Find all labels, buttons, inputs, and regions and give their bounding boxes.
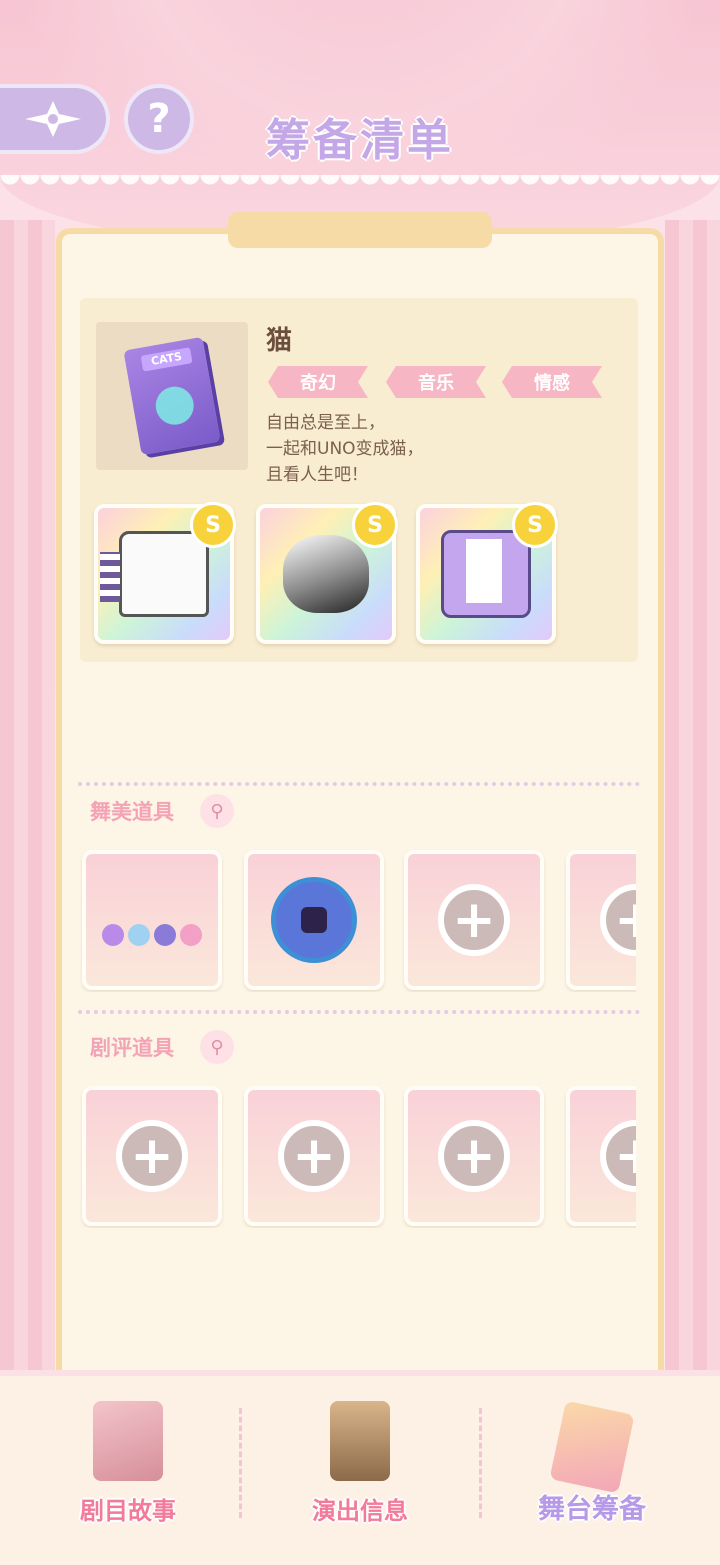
review-slot-empty[interactable]: + xyxy=(244,1086,384,1226)
story-name: 猫 xyxy=(266,326,293,356)
jacket-icon xyxy=(441,530,531,618)
review-slot-empty[interactable]: + xyxy=(82,1086,222,1226)
add-icon: + xyxy=(600,884,636,956)
nav-story[interactable]: 剧目故事 xyxy=(8,1380,248,1540)
section-divider xyxy=(78,1010,640,1014)
nav-info[interactable]: 演出信息 xyxy=(240,1380,480,1540)
stage-props-row[interactable]: + + xyxy=(80,848,636,992)
right-curtain xyxy=(665,220,720,1420)
review-slot-empty[interactable]: + xyxy=(404,1086,544,1226)
add-icon: + xyxy=(278,1120,350,1192)
nav-story-label: 剧目故事 xyxy=(80,1497,176,1525)
book-icon: CATS xyxy=(123,336,221,456)
shirt-icon xyxy=(100,531,209,617)
prop-slot-empty[interactable]: + xyxy=(404,850,544,990)
outfit-item-jacket[interactable]: S xyxy=(416,502,558,644)
rank-badge: S xyxy=(190,502,236,548)
add-icon: + xyxy=(600,1120,636,1192)
left-curtain xyxy=(0,220,55,1420)
planets-icon xyxy=(102,924,202,946)
description-line: 且看人生吧！ xyxy=(266,465,368,485)
review-props-search-button[interactable]: ⚲ xyxy=(200,1030,234,1064)
outfit-item-helmet[interactable]: S xyxy=(256,502,398,644)
clipboard-icon xyxy=(549,1400,635,1494)
cover-title: CATS xyxy=(140,347,193,372)
prop-slot-empty[interactable]: + xyxy=(566,850,636,990)
review-props-row[interactable]: + + + + xyxy=(80,1084,636,1228)
add-icon: + xyxy=(116,1120,188,1192)
outfit-item-shirt[interactable]: S xyxy=(94,502,236,644)
cat-helmet-icon xyxy=(283,535,369,613)
magnifier-icon: ⚲ xyxy=(210,800,224,822)
lace-trim xyxy=(0,175,720,215)
cover-art xyxy=(152,383,197,428)
stage-disc-icon xyxy=(271,877,357,963)
nav-stage-prep-label: 舞台筹备 xyxy=(538,1494,646,1525)
review-props-label: 剧评道具 xyxy=(90,1036,174,1060)
nav-stage-prep[interactable]: 舞台筹备 xyxy=(472,1380,712,1540)
story-description: 自由总是至上， 一起和UNO变成猫， 且看人生吧！ xyxy=(266,410,606,488)
tag-emotion: 情感 xyxy=(502,366,602,398)
description-line: 一起和UNO变成猫， xyxy=(266,439,424,459)
stage-props-label: 舞美道具 xyxy=(90,800,174,824)
add-icon: + xyxy=(438,1120,510,1192)
prop-slot-planets[interactable] xyxy=(82,850,222,990)
prop-slot-stage-disc[interactable] xyxy=(244,850,384,990)
story-cover[interactable]: CATS xyxy=(96,322,248,470)
storybook-icon xyxy=(93,1401,163,1481)
page-title: 筹备清单 xyxy=(266,115,454,166)
magnifier-icon: ⚲ xyxy=(210,1036,224,1058)
tag-music: 音乐 xyxy=(386,366,486,398)
nav-info-label: 演出信息 xyxy=(312,1497,408,1525)
description-line: 自由总是至上， xyxy=(266,413,385,433)
rank-badge: S xyxy=(512,502,558,548)
add-icon: + xyxy=(438,884,510,956)
stage-props-search-button[interactable]: ⚲ xyxy=(200,794,234,828)
review-slot-empty[interactable]: + xyxy=(566,1086,636,1226)
info-board-icon xyxy=(330,1401,390,1481)
rank-badge: S xyxy=(352,502,398,548)
tag-fantasy: 奇幻 xyxy=(268,366,368,398)
panel-tab-decoration xyxy=(228,212,492,248)
section-divider xyxy=(78,782,640,786)
